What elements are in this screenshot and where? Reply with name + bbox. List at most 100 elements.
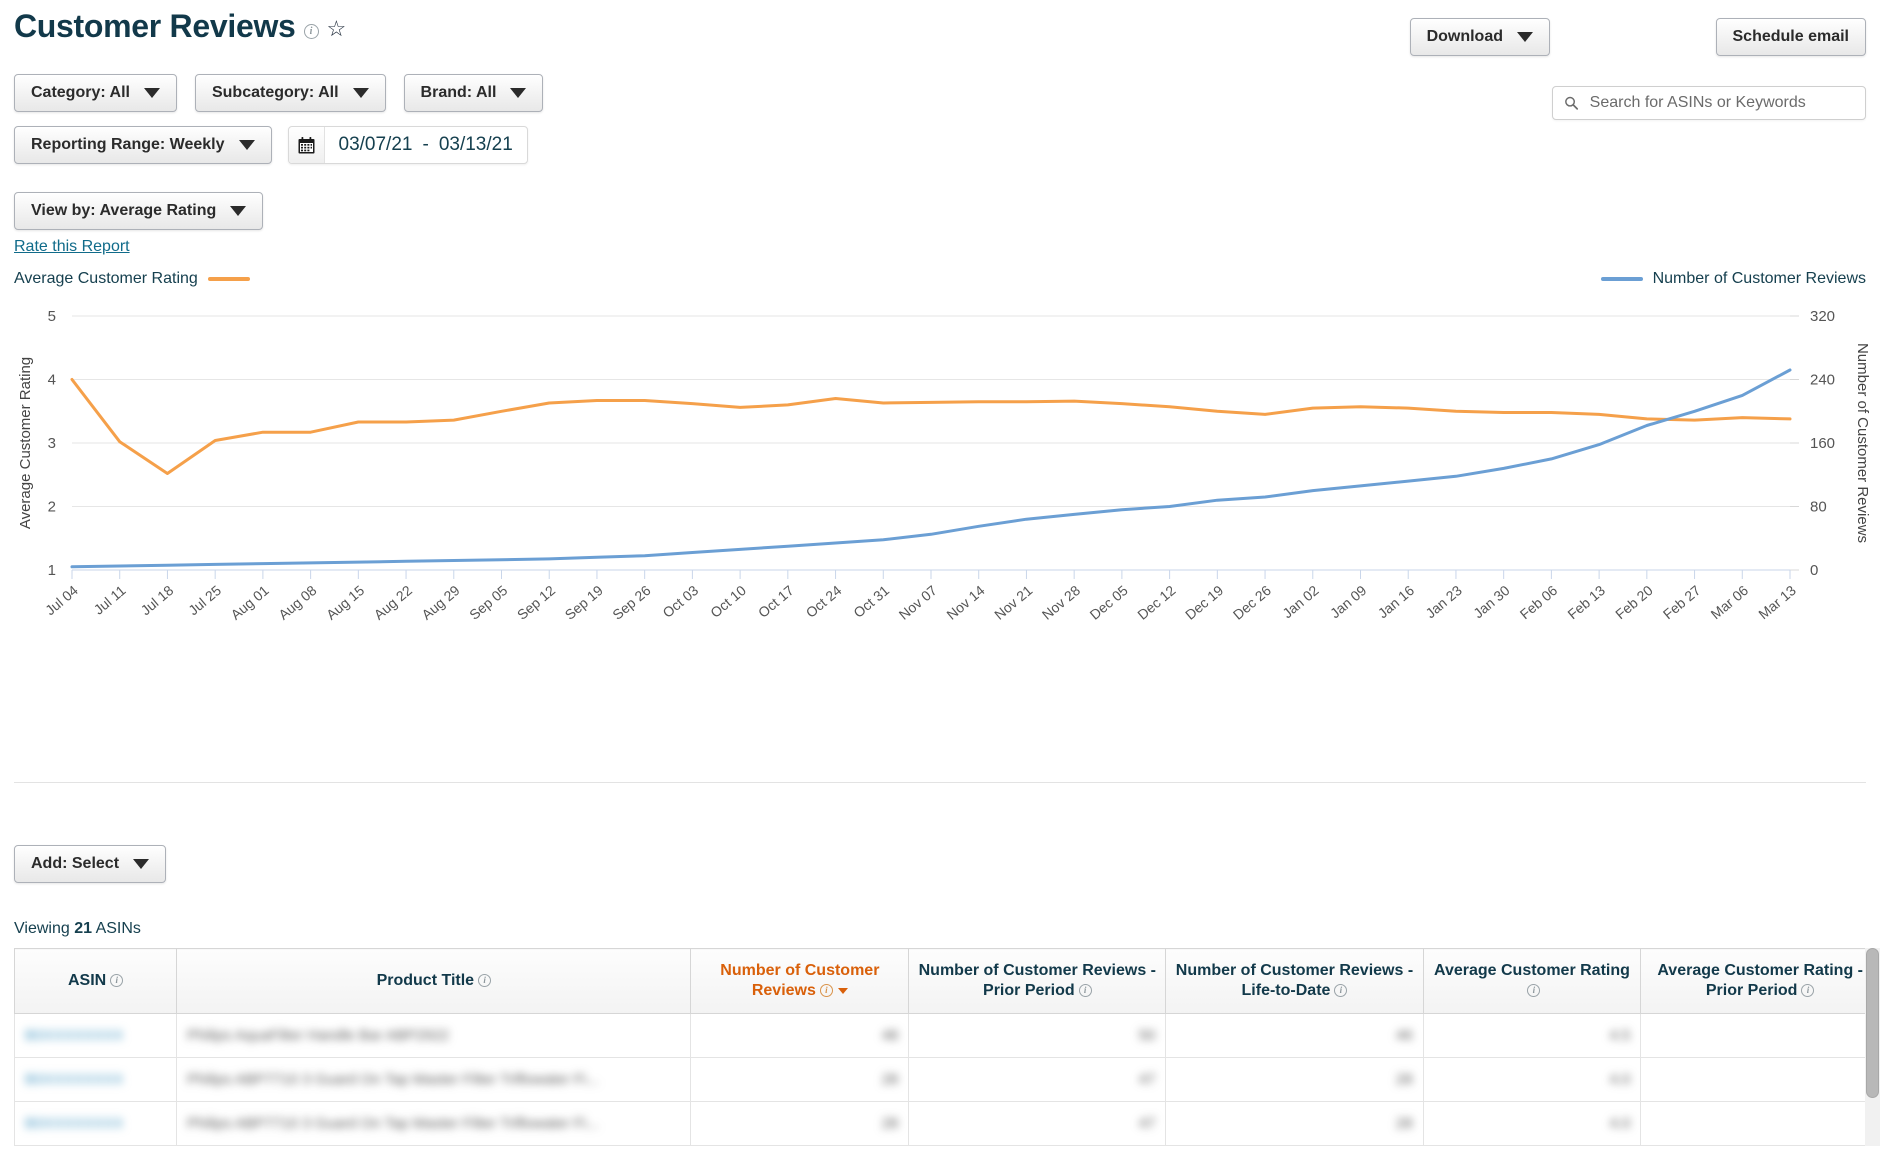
table-column-header[interactable]: ASINi xyxy=(15,949,177,1014)
x-axis-tick: Aug 01 xyxy=(228,582,272,623)
asin-table-wrapper[interactable]: ASINiProduct TitleiNumber of Customer Re… xyxy=(14,948,1880,1146)
filter-row-primary: Category: All Subcategory: All Brand: Al… xyxy=(14,74,543,112)
subcategory-filter-label: Subcategory: All xyxy=(212,84,339,102)
x-axis-tick: Dec 19 xyxy=(1182,582,1226,623)
info-icon[interactable]: i xyxy=(1801,984,1814,997)
x-axis-tick: Nov 21 xyxy=(991,582,1035,623)
download-button[interactable]: Download xyxy=(1410,18,1550,56)
table-cell-metric: 4.0 xyxy=(1423,1058,1641,1102)
legend-number-reviews-label: Number of Customer Reviews xyxy=(1653,270,1866,288)
table-scrollbar-track[interactable] xyxy=(1865,948,1880,1146)
info-icon[interactable]: i xyxy=(304,24,319,39)
asin-link[interactable]: B0XXXXXXXX xyxy=(25,1071,123,1088)
viewing-suffix: ASINs xyxy=(96,920,141,937)
asin-link[interactable]: B0XXXXXXXX xyxy=(25,1027,123,1044)
info-icon[interactable]: i xyxy=(1079,984,1092,997)
info-icon[interactable]: i xyxy=(1334,984,1347,997)
table-row[interactable]: B0XXXXXXXXPhilips ABP7710 3 Guard On Tap… xyxy=(15,1102,1880,1146)
x-axis-tick: Oct 24 xyxy=(803,582,845,621)
y2-axis-tick: 320 xyxy=(1810,308,1835,325)
x-axis-tick: Jul 11 xyxy=(91,582,129,618)
x-axis-tick: Feb 06 xyxy=(1517,582,1561,622)
table-column-header[interactable]: Number of Customer Reviews - Prior Perio… xyxy=(909,949,1166,1014)
brand-filter-label: Brand: All xyxy=(421,84,497,102)
metric-value: 47 xyxy=(919,1115,1155,1132)
table-cell-asin: B0XXXXXXXX xyxy=(15,1102,177,1146)
table-cell-asin: B0XXXXXXXX xyxy=(15,1014,177,1058)
table-column-header-label: Product Title xyxy=(377,972,475,989)
info-icon[interactable]: i xyxy=(820,984,833,997)
table-scrollbar-thumb[interactable] xyxy=(1866,948,1879,1098)
info-icon[interactable]: i xyxy=(478,974,491,987)
info-icon[interactable]: i xyxy=(1527,984,1540,997)
table-cell-metric: 47 xyxy=(909,1102,1166,1146)
calendar-button[interactable] xyxy=(289,127,325,163)
table-column-header[interactable]: Number of Customer Reviewsi xyxy=(691,949,909,1014)
table-column-header[interactable]: Average Customer Rating i xyxy=(1423,949,1641,1014)
legend-number-reviews[interactable]: Number of Customer Reviews xyxy=(1601,270,1866,288)
table-cell-metric: 28 xyxy=(691,1102,909,1146)
table-row[interactable]: B0XXXXXXXXPhilips ABP7710 3 Guard On Tap… xyxy=(15,1058,1880,1102)
add-select-dropdown[interactable]: Add: Select xyxy=(14,845,166,883)
search-box[interactable] xyxy=(1552,86,1866,120)
customer-reviews-chart[interactable]: 12345080160240320Jul 04Jul 11Jul 18Jul 2… xyxy=(0,300,1880,690)
asin-link[interactable]: B0XXXXXXXX xyxy=(25,1115,123,1132)
y-axis-tick: 4 xyxy=(48,372,56,389)
x-axis-tick: Sep 26 xyxy=(609,582,653,623)
table-column-header[interactable]: Product Titlei xyxy=(177,949,691,1014)
legend-average-rating[interactable]: Average Customer Rating xyxy=(14,270,250,288)
product-title-text: Philips AquaFilter Handle Bar ABP2922 xyxy=(187,1027,680,1044)
reporting-range-dropdown[interactable]: Reporting Range: Weekly xyxy=(14,126,272,164)
table-cell-metric: 46 xyxy=(1166,1014,1423,1058)
table-column-header[interactable]: Number of Customer Reviews - Life-to-Dat… xyxy=(1166,949,1423,1014)
x-axis-tick: Mar 06 xyxy=(1708,582,1752,622)
view-by-dropdown[interactable]: View by: Average Rating xyxy=(14,192,263,230)
add-select-label: Add: Select xyxy=(31,855,119,873)
table-cell-metric xyxy=(1641,1058,1880,1102)
metric-value: 4.0 xyxy=(1434,1071,1631,1088)
date-start-input[interactable]: 03/07/21 xyxy=(337,133,415,158)
search-input[interactable] xyxy=(1588,93,1854,113)
table-column-header-label: Average Customer Rating xyxy=(1434,962,1630,979)
viewing-count: 21 xyxy=(74,920,92,937)
subcategory-filter-dropdown[interactable]: Subcategory: All xyxy=(195,74,386,112)
table-row[interactable]: B0XXXXXXXX Philips AquaFilter Handle Bar … xyxy=(15,1014,1880,1058)
metric-value: 28 xyxy=(1176,1071,1412,1088)
metric-value: 46 xyxy=(1176,1027,1412,1044)
x-axis-tick: Mar 13 xyxy=(1755,582,1799,622)
x-axis-tick: Oct 03 xyxy=(659,582,701,621)
x-axis-tick: Jan 02 xyxy=(1279,582,1322,621)
table-column-header[interactable]: Average Customer Rating - Prior Periodi xyxy=(1641,949,1880,1014)
table-cell-metric: 47 xyxy=(909,1058,1166,1102)
y-axis-tick: 1 xyxy=(48,562,56,579)
x-axis-tick: Jan 30 xyxy=(1470,582,1513,621)
table-cell-metric: 48 xyxy=(691,1014,909,1058)
date-range-picker[interactable]: 03/07/21 - 03/13/21 xyxy=(288,126,528,164)
schedule-email-button[interactable]: Schedule email xyxy=(1716,18,1867,56)
rate-this-report-link[interactable]: Rate this Report xyxy=(14,238,130,256)
x-axis-tick: Aug 22 xyxy=(371,582,415,623)
category-filter-dropdown[interactable]: Category: All xyxy=(14,74,177,112)
star-icon[interactable]: ☆ xyxy=(327,16,347,42)
section-divider xyxy=(14,782,1866,783)
info-icon[interactable]: i xyxy=(110,974,123,987)
chevron-down-icon xyxy=(230,206,246,216)
chevron-down-icon xyxy=(144,88,160,98)
brand-filter-dropdown[interactable]: Brand: All xyxy=(404,74,544,112)
schedule-email-label: Schedule email xyxy=(1733,28,1850,46)
schedule-email-button-wrapper: Schedule email xyxy=(1716,18,1867,56)
x-axis-tick: Oct 31 xyxy=(850,582,892,621)
table-column-header-label: Number of Customer Reviews - Life-to-Dat… xyxy=(1176,962,1413,999)
x-axis-tick: Jan 23 xyxy=(1422,582,1465,621)
x-axis-tick: Jul 18 xyxy=(137,582,176,618)
table-cell-metric: 4.0 xyxy=(1423,1102,1641,1146)
sort-descending-icon[interactable] xyxy=(838,988,848,994)
y2-axis-tick: 0 xyxy=(1810,562,1818,579)
y2-axis-tick: 160 xyxy=(1810,435,1835,452)
date-end-input[interactable]: 03/13/21 xyxy=(437,133,515,158)
x-axis-tick: Jan 09 xyxy=(1327,582,1370,621)
metric-value: 50 xyxy=(919,1027,1155,1044)
search-icon xyxy=(1564,95,1579,111)
download-button-wrapper: Download xyxy=(1410,18,1550,56)
x-axis-tick: Aug 08 xyxy=(275,582,319,623)
